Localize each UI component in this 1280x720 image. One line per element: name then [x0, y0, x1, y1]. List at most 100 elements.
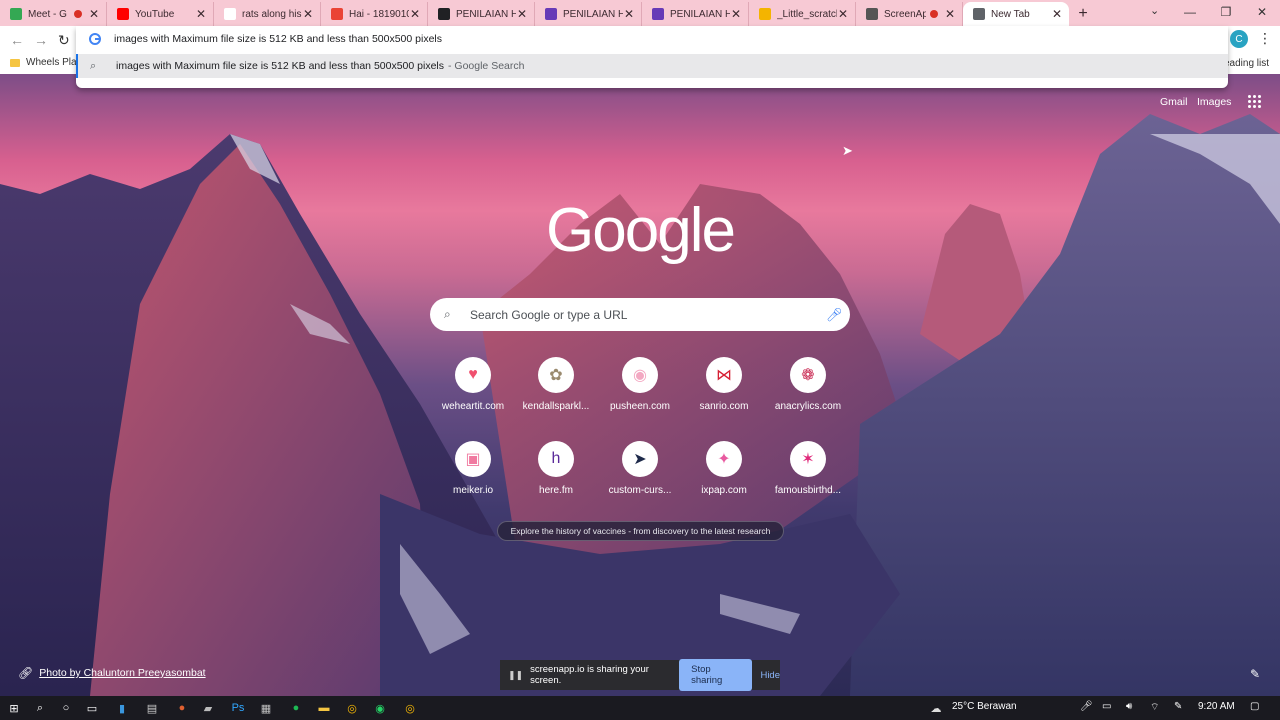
- shortcut-label: custom-curs...: [608, 485, 672, 496]
- shortcut-tile[interactable]: ⋈ sanrio.com: [684, 357, 764, 412]
- photo-credit[interactable]: 🔗︎ Photo by Chaluntorn Preeyasombat: [18, 666, 206, 680]
- h-icon: h: [538, 441, 574, 477]
- forward-icon[interactable]: →: [34, 32, 48, 48]
- chrome-icon[interactable]: ◎: [344, 700, 360, 716]
- pen-icon[interactable]: ✎: [1174, 701, 1182, 712]
- shortcut-tile[interactable]: ✿ kendallsparkl...: [516, 357, 596, 412]
- omnibox-suggestion[interactable]: ⌕ images with Maximum file size is 512 K…: [76, 54, 1228, 78]
- app-icon[interactable]: ▦: [258, 700, 274, 716]
- omnibox-dropdown: images with Maximum file size is 512 KB …: [76, 26, 1228, 88]
- tab[interactable]: YouTube ✕: [107, 2, 214, 26]
- customize-pencil-icon[interactable]: ✎: [1250, 667, 1260, 681]
- chrome-icon[interactable]: ◎: [402, 700, 418, 716]
- tab-title: Hai - 1819010: [349, 8, 409, 20]
- shortcut-label: ixpap.com: [701, 485, 747, 496]
- task-view-icon[interactable]: ▭: [84, 700, 100, 716]
- close-tab-icon[interactable]: ✕: [88, 7, 100, 21]
- file-icon: [759, 8, 771, 20]
- tab[interactable]: PENILAIAN HA✕: [642, 2, 749, 26]
- microphone-icon[interactable]: 🎤︎: [826, 307, 850, 323]
- tab[interactable]: Hai - 1819010 ✕: [321, 2, 428, 26]
- shortcut-tile[interactable]: ➤ custom-curs...: [600, 441, 680, 496]
- close-tab-icon[interactable]: ✕: [944, 7, 956, 21]
- tab[interactable]: _Little_scratch ✕: [749, 2, 856, 26]
- tab-title: ScreenApp: [884, 8, 926, 20]
- search-input[interactable]: ⌕ Search Google or type a URL 🎤︎: [430, 298, 850, 331]
- images-link[interactable]: Images: [1197, 96, 1231, 108]
- google-logo: Google: [546, 196, 736, 265]
- photoshop-icon[interactable]: Ps: [230, 700, 246, 716]
- drag-handle-icon[interactable]: ❚❚: [508, 670, 523, 681]
- shortcut-tile[interactable]: ✦ ixpap.com: [684, 441, 764, 496]
- new-tab-button[interactable]: +: [1069, 2, 1097, 26]
- ixpap-icon: ✦: [706, 441, 742, 477]
- stop-sharing-button[interactable]: Stop sharing: [679, 659, 753, 691]
- hide-button[interactable]: Hide: [760, 670, 780, 681]
- chrome-icon: [973, 8, 985, 20]
- chrome-menu-icon[interactable]: ⋮: [1258, 30, 1272, 47]
- close-tab-icon[interactable]: ✕: [623, 7, 635, 21]
- google-icon: [224, 8, 236, 20]
- bookmark-item[interactable]: Wheels Play: [10, 57, 82, 68]
- phone-icon[interactable]: ▮: [114, 700, 130, 716]
- mic-tray-icon[interactable]: 🎤︎: [1080, 701, 1093, 712]
- search-icon: ⌕: [444, 307, 451, 321]
- wifi-icon[interactable]: ⌔: [1150, 701, 1159, 714]
- gmail-link[interactable]: Gmail: [1160, 96, 1187, 108]
- shortcut-tile[interactable]: ✶ famousbirthd...: [768, 441, 848, 496]
- tab[interactable]: PENILAIAN HA✕: [535, 2, 642, 26]
- shortcut-label: kendallsparkl...: [522, 401, 590, 412]
- close-tab-icon[interactable]: ✕: [730, 7, 742, 21]
- close-tab-icon[interactable]: ✕: [195, 7, 207, 21]
- close-tab-icon[interactable]: ✕: [409, 7, 421, 21]
- suggestion-text: images with Maximum file size is 512 KB …: [116, 60, 444, 72]
- windows-start-icon[interactable]: ⊞: [6, 700, 22, 716]
- shortcut-label: anacrylics.com: [774, 401, 842, 412]
- back-icon[interactable]: ←: [10, 32, 24, 48]
- reading-list[interactable]: eading list: [1224, 58, 1269, 69]
- search-icon[interactable]: ⌕: [32, 700, 48, 716]
- shortcut-label: pusheen.com: [609, 401, 671, 412]
- tab[interactable]: New Tab ✕: [963, 2, 1069, 26]
- file-explorer-icon[interactable]: ▬: [316, 700, 332, 716]
- restore-icon[interactable]: ❐: [1208, 0, 1244, 24]
- sharing-text: screenapp.io is sharing your screen.: [530, 664, 649, 686]
- whatsapp-icon[interactable]: ◉: [372, 700, 388, 716]
- shortcut-tile[interactable]: ♥ weheartit.com: [433, 357, 513, 412]
- close-tab-icon[interactable]: ✕: [1051, 7, 1063, 21]
- close-tab-icon[interactable]: ✕: [516, 7, 528, 21]
- store-icon[interactable]: ▤: [144, 700, 160, 716]
- flower-icon: ❁: [790, 357, 826, 393]
- battery-icon[interactable]: ▭: [1102, 701, 1111, 712]
- address-bar-input[interactable]: images with Maximum file size is 512 KB …: [76, 26, 1228, 52]
- app-icon[interactable]: ●: [174, 700, 190, 716]
- youtube-icon: [117, 8, 129, 20]
- close-tab-icon[interactable]: ✕: [837, 7, 849, 21]
- search-placeholder: Search Google or type a URL: [470, 307, 628, 322]
- profile-avatar[interactable]: C: [1230, 30, 1248, 48]
- spotify-icon[interactable]: ●: [288, 700, 304, 716]
- clock-time[interactable]: 9:20 AM: [1198, 701, 1235, 712]
- reload-icon[interactable]: ↻: [58, 32, 70, 49]
- minimize-icon[interactable]: —: [1172, 0, 1208, 24]
- weather-text[interactable]: 25°C Berawan: [952, 701, 1017, 712]
- tab-search-chevron-icon[interactable]: ⌄: [1150, 4, 1159, 17]
- close-tab-icon[interactable]: ✕: [302, 7, 314, 21]
- close-window-icon[interactable]: ✕: [1244, 0, 1280, 24]
- cortana-icon[interactable]: ○: [58, 700, 74, 716]
- notification-icon[interactable]: ▢: [1250, 701, 1259, 712]
- shortcut-tile[interactable]: ▣ meiker.io: [433, 441, 513, 496]
- shortcut-tile[interactable]: ◉ pusheen.com: [600, 357, 680, 412]
- screen-sharing-bar: ❚❚ screenapp.io is sharing your screen. …: [500, 659, 780, 691]
- promo-message[interactable]: Explore the history of vaccines - from d…: [497, 521, 784, 541]
- tab[interactable]: Meet - G N ✕: [0, 2, 107, 26]
- tab[interactable]: PENILAIAN HA✕: [428, 2, 535, 26]
- donut-icon: ◉: [622, 357, 658, 393]
- volume-icon[interactable]: 🔊︎: [1126, 701, 1132, 712]
- tab[interactable]: ScreenApp ✕: [856, 2, 963, 26]
- app-icon[interactable]: ▰: [200, 700, 216, 716]
- shortcut-tile[interactable]: h here.fm: [516, 441, 596, 496]
- tab[interactable]: rats along his b✕: [214, 2, 321, 26]
- apps-grid-icon[interactable]: [1248, 95, 1262, 109]
- shortcut-tile[interactable]: ❁ anacrylics.com: [768, 357, 848, 412]
